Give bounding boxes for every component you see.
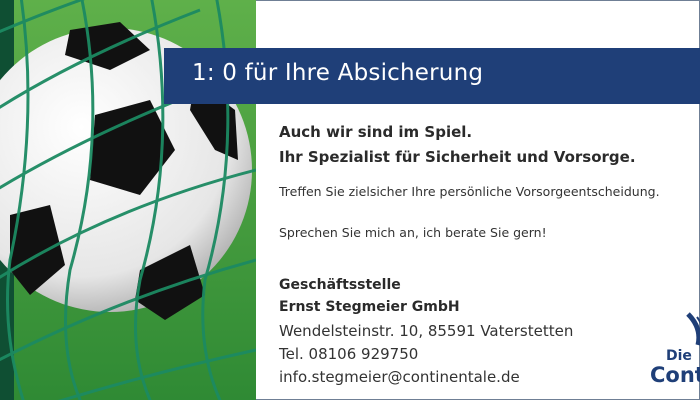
- intro-line-1: Auch wir sind im Spiel.: [279, 123, 473, 141]
- logo-line-2: Conti: [650, 363, 700, 387]
- body-paragraph-2: Sprechen Sie mich an, ich berate Sie ger…: [279, 225, 547, 240]
- body-paragraph-1: Treffen Sie zielsicher Ihre persönliche …: [279, 184, 660, 199]
- headline: 1: 0 für Ihre Absicherung: [192, 60, 484, 86]
- company-name: Ernst Stegmeier GmbH: [279, 299, 460, 315]
- address: Wendelsteinstr. 10, 85591 Vaterstetten: [279, 322, 574, 340]
- continentale-logo: Die Conti: [640, 300, 700, 400]
- phone: Tel. 08106 929750: [279, 345, 419, 363]
- headline-banner: 1: 0 für Ihre Absicherung: [164, 48, 700, 104]
- intro-line-2: Ihr Spezialist für Sicherheit und Vorsor…: [279, 148, 636, 166]
- email-link[interactable]: info.stegmeier@continentale.de: [279, 368, 520, 386]
- logo-line-1: Die: [666, 348, 692, 364]
- office-label: Geschäftsstelle: [279, 277, 401, 293]
